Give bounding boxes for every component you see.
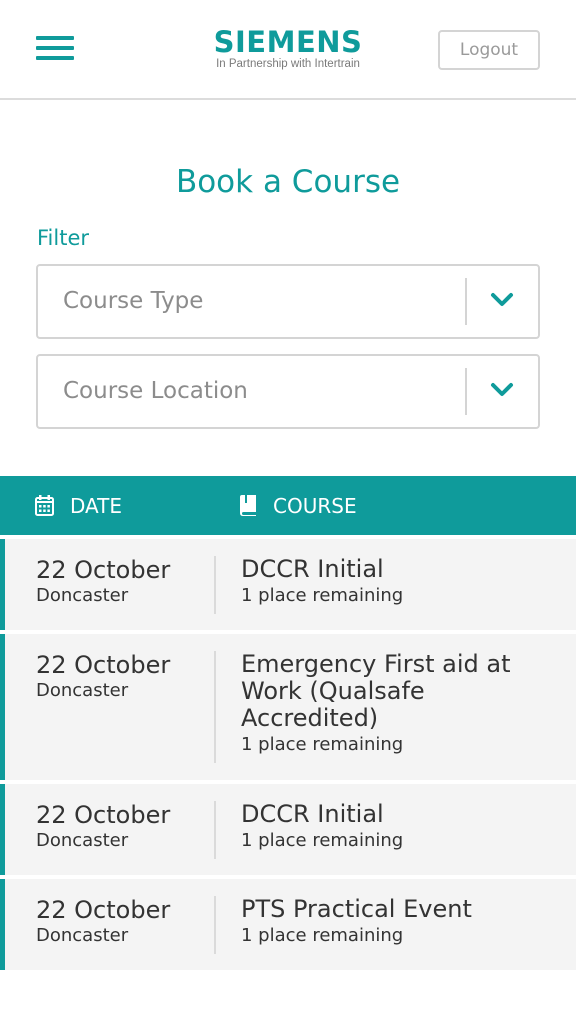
chevron-down-icon[interactable] bbox=[490, 292, 514, 308]
date-header-label: DATE bbox=[70, 493, 123, 518]
row-course-title: PTS Practical Event bbox=[241, 895, 472, 923]
filter-label: Filter bbox=[37, 226, 90, 250]
row-date: 22 October bbox=[36, 651, 171, 679]
row-course-title: Emergency First aid at Work (Qualsafe Ac… bbox=[241, 650, 511, 732]
chevron-down-icon[interactable] bbox=[490, 382, 514, 398]
select-divider bbox=[465, 368, 467, 415]
table-row[interactable]: 22 October Doncaster DCCR Initial 1 plac… bbox=[0, 539, 576, 630]
hamburger-menu-icon[interactable] bbox=[36, 36, 74, 60]
siemens-logo: SIEMENS In Partnership with Intertrain bbox=[200, 27, 376, 71]
book-icon bbox=[240, 495, 256, 516]
row-location: Doncaster bbox=[36, 830, 129, 851]
column-divider bbox=[214, 896, 216, 954]
row-location: Doncaster bbox=[36, 680, 129, 701]
logo-text: SIEMENS bbox=[213, 25, 363, 59]
app-header: SIEMENS In Partnership with Intertrain L… bbox=[0, 0, 576, 100]
table-row[interactable]: 22 October Doncaster PTS Practical Event… bbox=[0, 879, 576, 970]
column-divider bbox=[214, 651, 216, 763]
course-location-select[interactable]: Course Location bbox=[36, 354, 540, 429]
date-column-header: DATE bbox=[35, 476, 122, 535]
course-header-label: COURSE bbox=[273, 493, 357, 518]
calendar-icon bbox=[35, 495, 54, 516]
course-column-header: COURSE bbox=[240, 476, 357, 535]
row-course-title: DCCR Initial bbox=[241, 800, 384, 828]
row-location: Doncaster bbox=[36, 585, 129, 606]
table-row[interactable]: 22 October Doncaster DCCR Initial 1 plac… bbox=[0, 784, 576, 875]
logout-button[interactable]: Logout bbox=[438, 30, 540, 70]
course-location-placeholder: Course Location bbox=[63, 378, 248, 404]
course-table-header: DATE COURSE bbox=[0, 476, 576, 535]
select-divider bbox=[465, 278, 467, 325]
column-divider bbox=[214, 556, 216, 614]
column-divider bbox=[214, 801, 216, 859]
course-type-placeholder: Course Type bbox=[63, 288, 204, 314]
course-type-select[interactable]: Course Type bbox=[36, 264, 540, 339]
row-course-title: DCCR Initial bbox=[241, 555, 384, 583]
row-date: 22 October bbox=[36, 896, 171, 924]
row-places: 1 place remaining bbox=[241, 734, 404, 755]
row-date: 22 October bbox=[36, 556, 171, 584]
row-places: 1 place remaining bbox=[241, 585, 404, 606]
page-title: Book a Course bbox=[175, 164, 401, 200]
row-location: Doncaster bbox=[36, 925, 129, 946]
table-row[interactable]: 22 October Doncaster Emergency First aid… bbox=[0, 634, 576, 780]
row-date: 22 October bbox=[36, 801, 171, 829]
row-places: 1 place remaining bbox=[241, 830, 404, 851]
row-places: 1 place remaining bbox=[241, 925, 404, 946]
logo-subtitle: In Partnership with Intertrain bbox=[216, 58, 360, 70]
